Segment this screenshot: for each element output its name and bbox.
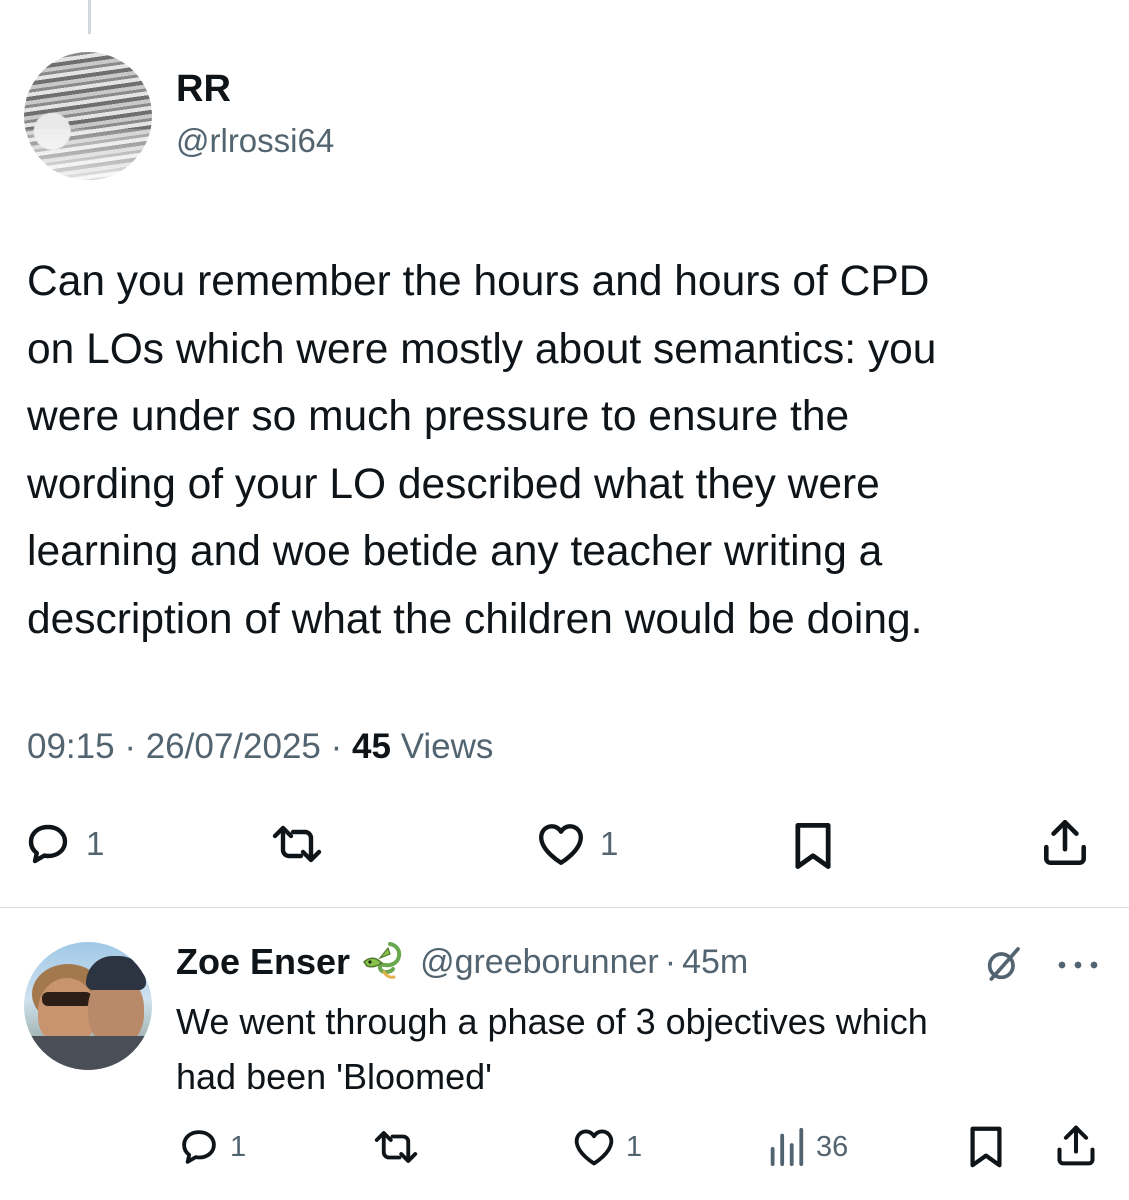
views-bar-chart-icon: [770, 1127, 804, 1167]
share-button[interactable]: [1040, 816, 1090, 870]
tweet-text-line: were under so much pressure to ensure th…: [27, 393, 850, 440]
reply-bubble-icon: [28, 824, 68, 864]
like-count: 1: [600, 825, 619, 862]
meta-separator: ·: [664, 942, 677, 981]
reply-button[interactable]: 1: [24, 820, 104, 868]
reply-bookmark-button[interactable]: [966, 1124, 1006, 1170]
author-handle[interactable]: @rlrossi64: [176, 122, 334, 160]
avatar-photo-part: [86, 956, 146, 990]
reply-bubble-icon: [182, 1130, 216, 1164]
heart-icon: [574, 1129, 614, 1166]
reply-author-avatar[interactable]: [24, 942, 152, 1070]
share-icon: [1044, 819, 1086, 866]
dragon-emoji-icon: [360, 938, 406, 987]
bookmark-icon: [970, 1126, 1002, 1168]
avatar-photo-part: [24, 1036, 152, 1070]
reply-like-count: 1: [626, 1130, 643, 1163]
meta-separator: ·: [330, 727, 343, 766]
tweet-text-line: Can you remember the hours and hours of …: [27, 258, 930, 305]
tweet-text: Can you remember the hours and hours of …: [27, 248, 1107, 653]
avatar-photo-part: [42, 992, 92, 1006]
retweet-icon: [374, 1131, 418, 1163]
author-avatar[interactable]: [24, 52, 152, 180]
reply-share-button[interactable]: [1054, 1122, 1098, 1170]
tweet-meta: 09:15 · 26/07/2025 · 45 Views: [27, 727, 493, 767]
reply-author-name[interactable]: Zoe Enser: [176, 941, 350, 983]
reply-views-button[interactable]: 36: [766, 1126, 848, 1168]
bookmark-icon: [795, 823, 831, 869]
heart-icon: [539, 824, 583, 865]
tweet-text-line: description of what the children would b…: [27, 595, 923, 643]
reply-reply-count: 1: [230, 1130, 247, 1163]
more-dots-icon[interactable]: [1056, 958, 1100, 976]
views-label: Views: [400, 727, 494, 766]
reply-author-handle[interactable]: @greeborunner: [420, 943, 659, 982]
like-button[interactable]: 1: [536, 820, 618, 868]
divider: [0, 907, 1129, 908]
meta-separator: ·: [124, 727, 136, 766]
tweet-date[interactable]: 26/07/2025: [146, 727, 321, 766]
author-name[interactable]: RR: [176, 68, 231, 111]
tweet-text-line: on LOs which were mostly about semantics…: [27, 325, 937, 373]
reply-text-line: We went through a phase of 3 objectives …: [176, 1001, 928, 1042]
reply-header: Zoe Enser @greeborunner · 45m: [176, 938, 748, 986]
reply-text-line: had been 'Bloomed': [176, 1056, 492, 1097]
retweet-icon: [272, 825, 322, 863]
tweet-text-line: learning and woe betide any teacher writ…: [27, 528, 883, 575]
thread-connector-line: [88, 0, 91, 34]
reply-text: We went through a phase of 3 objectives …: [176, 994, 1096, 1104]
tweet-action-bar: 1 1: [0, 812, 1129, 882]
reply-views-count: 36: [816, 1130, 849, 1163]
tweet-time[interactable]: 09:15: [27, 727, 115, 766]
tweet-text-line: wording of your LO described what they w…: [27, 460, 880, 508]
views-count: 45: [352, 727, 391, 766]
retweet-button[interactable]: [270, 820, 324, 868]
reply-retweet-button[interactable]: [372, 1126, 420, 1168]
bookmark-button[interactable]: [790, 820, 836, 872]
reply-time[interactable]: 45m: [682, 943, 748, 982]
reply-reply-button[interactable]: 1: [178, 1126, 246, 1168]
grok-slash-icon[interactable]: [983, 944, 1023, 989]
reply-action-bar: 1 1 36: [0, 1120, 1129, 1176]
reply-count: 1: [86, 825, 105, 862]
share-icon: [1057, 1125, 1095, 1166]
reply-like-button[interactable]: 1: [572, 1126, 642, 1168]
